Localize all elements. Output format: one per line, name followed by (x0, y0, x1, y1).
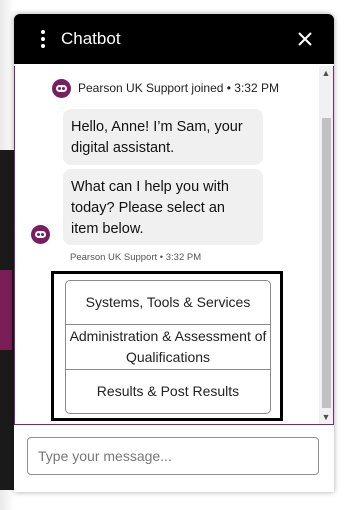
message-composer (14, 425, 334, 492)
quick-reply-options: Systems, Tools & Services Administration… (51, 271, 283, 421)
chat-header: Chatbot (14, 14, 334, 64)
background-accent-strip (0, 270, 12, 350)
more-vertical-icon[interactable] (38, 29, 48, 49)
bot-avatar-icon (31, 225, 50, 244)
join-notice: Pearson UK Support joined • 3:32 PM (52, 78, 279, 98)
scroll-thumb[interactable] (322, 118, 331, 408)
chat-title: Chatbot (61, 29, 121, 48)
message-list[interactable]: Pearson UK Support joined • 3:32 PM Hell… (14, 66, 334, 425)
close-icon[interactable] (296, 30, 314, 48)
background-page-edge (0, 0, 14, 510)
scroll-up-arrow-icon[interactable]: ▲ (319, 66, 333, 80)
bot-message: Hello, Anne! I’m Sam, your digital assis… (63, 109, 263, 165)
message-meta: Pearson UK Support • 3:32 PM (70, 252, 202, 263)
message-input[interactable] (27, 437, 319, 475)
bot-message: What can I help you with today? Please s… (63, 169, 263, 245)
option-results-post-results[interactable]: Results & Post Results (65, 369, 271, 414)
scrollbar[interactable]: ▲ ▼ (319, 66, 333, 424)
bot-avatar-icon (52, 78, 71, 98)
option-administration-assessment[interactable]: Administration & Assessment of Qualifica… (65, 324, 271, 370)
scroll-down-arrow-icon[interactable]: ▼ (319, 410, 333, 424)
option-systems-tools-services[interactable]: Systems, Tools & Services (65, 280, 271, 325)
join-notice-text: Pearson UK Support joined • 3:32 PM (78, 81, 279, 95)
chat-window: Chatbot Pearson UK Support joined • 3:32… (14, 14, 334, 492)
